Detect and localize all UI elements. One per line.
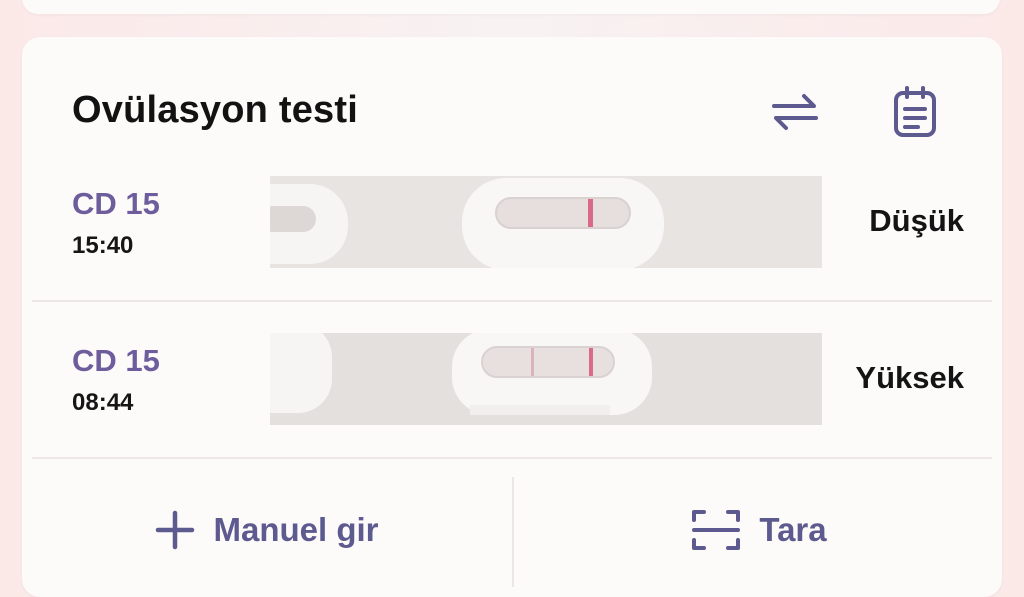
test-strip-photo[interactable] <box>270 176 822 268</box>
scan-button[interactable]: Tara <box>514 475 1004 585</box>
scan-icon <box>691 508 741 552</box>
test-time: 15:40 <box>72 232 134 259</box>
scan-label: Tara <box>759 511 827 548</box>
card-title: Ovülasyon testi <box>72 89 358 131</box>
cycle-day-label: CD 15 <box>72 343 160 378</box>
previous-card <box>22 0 1000 14</box>
result-label: Yüksek <box>855 360 964 395</box>
clipboard-icon[interactable] <box>890 85 940 139</box>
test-entry-row[interactable]: CD 15 15:40 Düşük <box>32 170 992 327</box>
test-strip-photo[interactable] <box>270 333 822 425</box>
test-entry-row[interactable]: CD 15 08:44 Yüksek <box>32 327 992 484</box>
manual-entry-label: Manuel gir <box>213 511 379 548</box>
manual-entry-button[interactable]: Manuel gir <box>22 475 512 585</box>
cycle-day-label: CD 15 <box>72 186 160 221</box>
swap-arrows-icon[interactable] <box>770 87 820 137</box>
plus-icon <box>155 510 195 550</box>
ovulation-test-card: Ovülasyon testi CD 15 15:40 Düşük CD 15 … <box>22 37 1002 597</box>
test-time: 08:44 <box>72 389 134 416</box>
row-divider <box>32 300 992 302</box>
result-label: Düşük <box>869 203 964 238</box>
row-divider <box>32 457 992 459</box>
